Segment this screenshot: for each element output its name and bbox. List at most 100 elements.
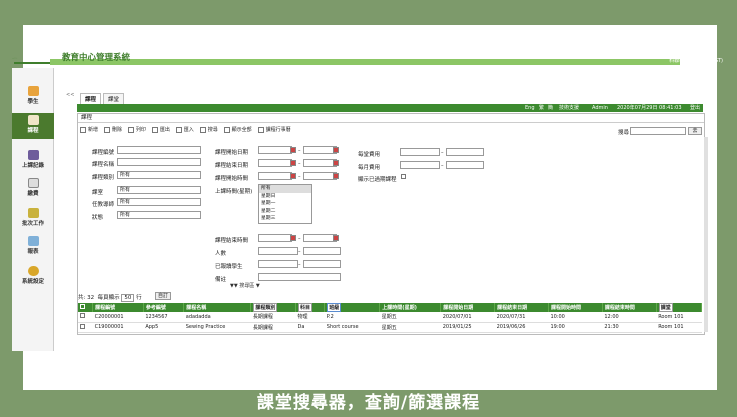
class-filter-select[interactable]: 班級 xyxy=(327,303,342,312)
delete-button[interactable]: 刪除 xyxy=(103,126,122,133)
start-date-to-input[interactable] xyxy=(303,146,337,154)
enrolled-to-input[interactable] xyxy=(303,260,341,268)
cell: C20000001 xyxy=(92,312,144,323)
col-header[interactable]: 上課時間(星期) xyxy=(379,303,442,312)
sidebar-item-student[interactable]: 學生 xyxy=(12,86,54,105)
course-category-select[interactable]: 所有 xyxy=(117,171,201,179)
print-button[interactable]: 列印 xyxy=(127,126,146,133)
lang-en-link[interactable]: Eng xyxy=(525,104,535,112)
start-time-from-input[interactable] xyxy=(258,172,292,180)
col-header[interactable]: 課程結束時間 xyxy=(602,303,657,312)
col-header[interactable]: 科目 xyxy=(295,303,326,312)
sidebar: 學生 課程 上課記錄 繳費 批次工作 報表 系統設定 xyxy=(12,68,54,351)
calendar-picker-icon[interactable] xyxy=(333,160,339,166)
end-time-from-input[interactable] xyxy=(258,234,292,242)
weekday-option[interactable]: 星期日 xyxy=(259,193,311,201)
weekday-option[interactable]: 星期三 xyxy=(259,215,311,223)
per-page-select[interactable]: 50 xyxy=(121,294,135,302)
time-picker-icon[interactable] xyxy=(333,235,339,241)
cell: Da xyxy=(295,322,325,333)
col-header[interactable]: 班級 xyxy=(324,303,381,312)
category-filter-select[interactable]: 課程類別 xyxy=(253,303,278,312)
show-expired-checkbox[interactable] xyxy=(401,174,406,179)
calendar-picker-icon[interactable] xyxy=(333,147,339,153)
col-header[interactable]: 課程類別 xyxy=(250,303,297,312)
calendar-button[interactable]: 課程行事曆 xyxy=(257,126,291,133)
end-date-from-input[interactable] xyxy=(258,159,292,167)
sidebar-item-batch[interactable]: 批次工作 xyxy=(12,208,54,227)
table-row[interactable]: C19000001 App5 Sewing Practice 長期課程 Da S… xyxy=(78,322,702,333)
sidebar-item-settings[interactable]: 系統設定 xyxy=(12,266,54,285)
status-select[interactable]: 所有 xyxy=(117,211,201,219)
lang-zh-trad-link[interactable]: 繁 xyxy=(539,104,544,112)
col-header[interactable]: 參考編號 xyxy=(143,303,185,312)
collapse-search-toggle[interactable]: ▼▼ 搜尋區 ▼ xyxy=(230,282,260,289)
time-picker-icon[interactable] xyxy=(290,173,296,179)
sidebar-item-payment[interactable]: 繳費 xyxy=(12,178,54,197)
start-date-from-input[interactable] xyxy=(258,146,292,154)
subject-filter-select[interactable]: 科目 xyxy=(298,303,313,312)
collapse-sidebar-button[interactable]: << xyxy=(66,92,74,98)
vertical-scrollbar[interactable] xyxy=(704,137,708,332)
lang-zh-simp-link[interactable]: 簡 xyxy=(548,104,553,112)
course-code-input[interactable] xyxy=(117,146,201,154)
panel-title: 課程 xyxy=(78,114,704,123)
logout-link[interactable]: 登出 xyxy=(690,104,700,112)
row-checkbox[interactable] xyxy=(80,313,85,319)
col-header[interactable]: 課程結束日期 xyxy=(494,303,549,312)
col-header[interactable]: 課程開始日期 xyxy=(440,303,496,312)
quick-search-input[interactable] xyxy=(630,127,686,135)
col-header[interactable]: 課程編號 xyxy=(92,303,144,312)
tab-course[interactable]: 課程 xyxy=(80,93,102,104)
teacher-select[interactable]: 所有 xyxy=(117,198,201,206)
sidebar-item-attendance[interactable]: 上課記錄 xyxy=(12,150,54,169)
weekday-listbox[interactable]: 所有 星期日 星期一 星期二 星期三 xyxy=(258,184,312,224)
enrolled-from-input[interactable] xyxy=(258,260,298,268)
custom-columns-button[interactable]: 自訂 xyxy=(155,292,171,300)
lesson-filter-select[interactable]: 課堂 xyxy=(658,303,673,312)
end-time-to-input[interactable] xyxy=(303,234,337,242)
headcount-to-input[interactable] xyxy=(303,247,341,255)
course-name-label: 課程名稱 xyxy=(92,162,115,168)
sidebar-item-course[interactable]: 課程 xyxy=(12,113,54,139)
range-dash: – xyxy=(298,174,301,180)
time-picker-icon[interactable] xyxy=(333,173,339,179)
cell: Sewing Practice xyxy=(183,322,251,333)
headcount-from-input[interactable] xyxy=(258,247,298,255)
calendar-picker-icon[interactable] xyxy=(290,160,296,166)
table-row[interactable]: C20000001 1234567 adadadda 長期課程 物理 P.2 星… xyxy=(78,312,702,323)
row-checkbox[interactable] xyxy=(80,323,85,329)
weekday-option[interactable]: 星期二 xyxy=(259,208,311,216)
classroom-select[interactable]: 所有 xyxy=(117,186,201,194)
time-picker-icon[interactable] xyxy=(290,235,296,241)
col-header[interactable]: 課堂 xyxy=(656,303,703,312)
tab-lesson[interactable]: 課堂 xyxy=(102,93,124,104)
cell: 2019/01/25 xyxy=(440,322,495,333)
fee-per-to-input[interactable] xyxy=(446,148,484,156)
remark-input[interactable] xyxy=(258,273,341,281)
course-name-input[interactable] xyxy=(117,158,201,166)
import-button[interactable]: 匯入 xyxy=(175,126,194,133)
support-link[interactable]: 技術支援 xyxy=(559,104,579,112)
header-band xyxy=(50,59,680,65)
col-header[interactable]: 課程名稱 xyxy=(183,303,252,312)
cell: Room 101 xyxy=(656,322,702,333)
calendar-picker-icon[interactable] xyxy=(290,147,296,153)
show-all-button[interactable]: 顯示全部 xyxy=(223,126,252,133)
end-date-to-input[interactable] xyxy=(303,159,337,167)
weekday-option[interactable]: 星期一 xyxy=(259,200,311,208)
add-button[interactable]: 新增 xyxy=(80,126,98,133)
start-time-to-input[interactable] xyxy=(303,172,337,180)
col-header[interactable]: 課程開始時間 xyxy=(548,303,603,312)
select-all-checkbox[interactable] xyxy=(78,303,94,312)
quick-search-go-button[interactable]: 去 xyxy=(688,127,702,135)
fee-per-from-input[interactable] xyxy=(400,148,440,156)
weekday-option[interactable]: 所有 xyxy=(259,185,311,193)
sidebar-item-report[interactable]: 報表 xyxy=(12,236,54,255)
search-button[interactable]: 搜尋 xyxy=(199,126,218,133)
fee-month-from-input[interactable] xyxy=(400,161,440,169)
export-button[interactable]: 匯出 xyxy=(151,126,170,133)
cell: 長期課程 xyxy=(250,322,296,333)
cell: 星期五 xyxy=(379,312,441,323)
fee-month-to-input[interactable] xyxy=(446,161,484,169)
